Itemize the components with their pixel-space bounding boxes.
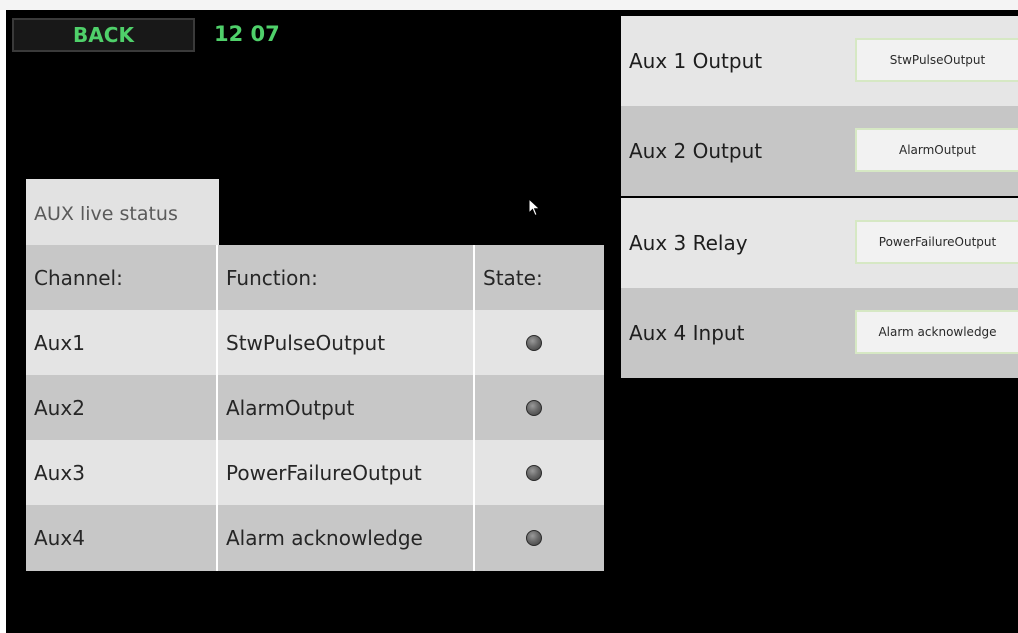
table-row: Aux1 StwPulseOutput xyxy=(26,310,604,375)
back-button[interactable]: BACK xyxy=(12,18,195,52)
column-header-state: State: xyxy=(483,265,543,290)
state-cell xyxy=(475,375,604,440)
led-indicator-icon xyxy=(525,334,542,351)
function-cell: PowerFailureOutput xyxy=(218,440,475,505)
mouse-pointer-icon xyxy=(528,198,541,217)
aux2-function-select[interactable]: AlarmOutput xyxy=(855,128,1018,172)
led-indicator-icon xyxy=(525,530,542,546)
clock-time: 12 07 xyxy=(214,22,280,46)
config-row-aux4: Aux 4 Input Alarm acknowledge xyxy=(621,288,1018,378)
channel-cell: Aux2 xyxy=(26,375,218,440)
config-row-aux1: Aux 1 Output StwPulseOutput xyxy=(621,16,1018,106)
config-row-aux3: Aux 3 Relay PowerFailureOutput xyxy=(621,198,1018,288)
table-row: Aux2 AlarmOutput xyxy=(26,375,604,440)
top-border xyxy=(0,0,1018,10)
table-row: Aux4 Alarm acknowledge xyxy=(26,505,604,571)
function-cell: StwPulseOutput xyxy=(218,310,475,375)
column-header-channel: Channel: xyxy=(26,245,218,310)
config-label: Aux 1 Output xyxy=(629,49,763,73)
column-header-function: Function: xyxy=(218,245,475,310)
aux-config-panel: Aux 1 Output StwPulseOutput Aux 2 Output… xyxy=(621,16,1018,378)
function-cell: AlarmOutput xyxy=(218,375,475,440)
config-row-aux2: Aux 2 Output AlarmOutput xyxy=(621,106,1018,196)
led-indicator-icon xyxy=(525,399,542,416)
live-status-table: Channel: Function: State: Aux1 StwPulseO… xyxy=(26,245,604,571)
aux3-function-select[interactable]: PowerFailureOutput xyxy=(855,220,1018,264)
config-label: Aux 2 Output xyxy=(629,139,763,163)
table-header-row: Channel: Function: State: xyxy=(26,245,604,310)
config-label: Aux 3 Relay xyxy=(629,231,748,255)
channel-cell: Aux3 xyxy=(26,440,218,505)
live-status-title: AUX live status xyxy=(26,179,219,245)
config-label: Aux 4 Input xyxy=(629,321,745,345)
led-indicator-icon xyxy=(525,464,542,481)
aux1-function-select[interactable]: StwPulseOutput xyxy=(855,38,1018,82)
state-cell xyxy=(475,505,604,571)
channel-cell: Aux4 xyxy=(26,505,218,571)
aux4-function-select[interactable]: Alarm acknowledge xyxy=(855,310,1018,354)
table-row: Aux3 PowerFailureOutput xyxy=(26,440,604,505)
function-cell: Alarm acknowledge xyxy=(218,505,475,571)
channel-cell: Aux1 xyxy=(26,310,218,375)
state-cell xyxy=(475,440,604,505)
state-cell xyxy=(475,310,604,375)
